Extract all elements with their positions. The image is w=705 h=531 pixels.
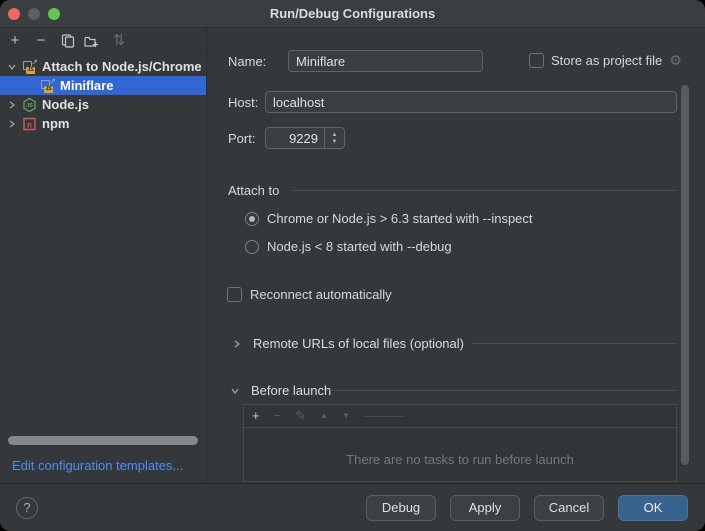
configurations-sidebar: + − ⇅ ↗ JS Attach to Node.js/Chrome [0, 28, 207, 483]
attach-config-icon: ↗ JS [40, 78, 56, 94]
chevron-right-icon[interactable] [6, 120, 18, 128]
edit-configuration-templates-link[interactable]: Edit configuration templates... [12, 458, 183, 473]
tree-item-attach-to-nodejs-chrome[interactable]: ↗ JS Attach to Node.js/Chrome [0, 57, 206, 76]
edit-task-icon[interactable]: ✎ [295, 409, 306, 423]
reconnect-automatically-row[interactable]: Reconnect automatically [227, 287, 392, 302]
debug-button[interactable]: Debug [366, 495, 436, 521]
store-as-project-file-label: Store as project file [551, 53, 662, 68]
cancel-button[interactable]: Cancel [534, 495, 604, 521]
section-divider [471, 343, 677, 344]
port-input[interactable] [266, 128, 324, 148]
reconnect-automatically-checkbox[interactable] [227, 287, 242, 302]
tree-item-nodejs[interactable]: JS Node.js [0, 95, 206, 114]
host-label: Host: [228, 95, 258, 110]
section-divider [330, 390, 677, 391]
port-spinner-buttons[interactable]: ▲ ▼ [324, 128, 344, 148]
tree-item-npm[interactable]: n npm [0, 114, 206, 133]
footer-buttons: Debug Apply Cancel OK [366, 495, 688, 521]
radio-chrome-or-nodejs-inspect[interactable]: Chrome or Node.js > 6.3 started with --i… [245, 211, 533, 226]
move-up-icon[interactable]: ▲ [320, 409, 328, 423]
nodejs-icon: JS [22, 97, 38, 113]
dialog-footer: ? Debug Apply Cancel OK [0, 483, 705, 531]
ok-button[interactable]: OK [618, 495, 688, 521]
port-label: Port: [228, 131, 255, 146]
attach-config-icon: ↗ JS [22, 59, 38, 75]
radio-selected-icon[interactable] [245, 212, 259, 226]
tree-item-miniflare[interactable]: ↗ JS Miniflare [0, 76, 206, 95]
tree-item-label: Node.js [42, 97, 89, 112]
svg-text:n: n [27, 120, 32, 129]
tree-item-label: npm [42, 116, 69, 131]
svg-text:JS: JS [26, 103, 33, 109]
tree-item-label: Attach to Node.js/Chrome [42, 59, 202, 74]
before-launch-task-list: + − ✎ ▲ ▼ There are no tasks to run befo… [243, 404, 677, 482]
host-input[interactable] [265, 91, 677, 113]
toolbar-divider [364, 416, 404, 417]
spinner-up-icon[interactable]: ▲ [332, 132, 338, 138]
apply-button[interactable]: Apply [450, 495, 520, 521]
spinner-down-icon[interactable]: ▼ [332, 139, 338, 145]
new-folder-icon[interactable] [83, 33, 99, 49]
remote-urls-section-toggle[interactable]: Remote URLs of local files (optional) [225, 336, 464, 351]
vertical-scrollbar[interactable] [681, 85, 689, 465]
title-bar: Run/Debug Configurations [0, 0, 705, 28]
add-icon[interactable]: + [7, 33, 23, 49]
npm-icon: n [22, 116, 38, 132]
attach-to-section-label: Attach to [228, 183, 279, 198]
radio-nodejs-debug[interactable]: Node.js < 8 started with --debug [245, 239, 452, 254]
horizontal-scrollbar[interactable] [8, 436, 198, 445]
chevron-down-icon[interactable] [229, 387, 241, 395]
chevron-down-icon[interactable] [6, 63, 18, 71]
section-divider [293, 190, 677, 191]
run-debug-configurations-dialog: Run/Debug Configurations + − ⇅ ↗ J [0, 0, 705, 531]
store-as-project-file-checkbox[interactable] [529, 53, 544, 68]
configuration-form: Name: Store as project file ⚙ Host: Port… [208, 28, 705, 483]
add-task-icon[interactable]: + [252, 409, 260, 423]
chevron-right-icon[interactable] [6, 101, 18, 109]
chevron-right-icon[interactable] [231, 340, 243, 348]
store-as-project-file-row: Store as project file ⚙ [529, 52, 682, 69]
remote-urls-section-label: Remote URLs of local files (optional) [253, 336, 464, 351]
remove-icon[interactable]: − [33, 33, 49, 49]
radio-label: Node.js < 8 started with --debug [267, 239, 452, 254]
tree-item-label: Miniflare [60, 78, 113, 93]
name-input[interactable] [288, 50, 483, 72]
before-launch-section-label: Before launch [251, 383, 331, 398]
radio-label: Chrome or Node.js > 6.3 started with --i… [267, 211, 533, 226]
reconnect-automatically-label: Reconnect automatically [250, 287, 392, 302]
remove-task-icon[interactable]: − [274, 409, 282, 423]
sidebar-toolbar: + − ⇅ [0, 28, 206, 55]
port-stepper: ▲ ▼ [265, 127, 345, 149]
before-launch-toolbar: + − ✎ ▲ ▼ [244, 405, 676, 428]
configurations-tree: ↗ JS Attach to Node.js/Chrome ↗ JS Minif… [0, 57, 206, 133]
name-label: Name: [228, 54, 266, 69]
help-button[interactable]: ? [16, 497, 38, 519]
gear-icon[interactable]: ⚙ [669, 52, 682, 69]
dialog-title: Run/Debug Configurations [0, 0, 705, 28]
copy-icon[interactable] [60, 33, 76, 49]
before-launch-section-toggle[interactable]: Before launch [223, 383, 331, 398]
radio-unselected-icon[interactable] [245, 240, 259, 254]
move-down-icon[interactable]: ▼ [342, 409, 350, 423]
sort-icon[interactable]: ⇅ [111, 33, 127, 49]
before-launch-empty-text: There are no tasks to run before launch [244, 452, 676, 467]
